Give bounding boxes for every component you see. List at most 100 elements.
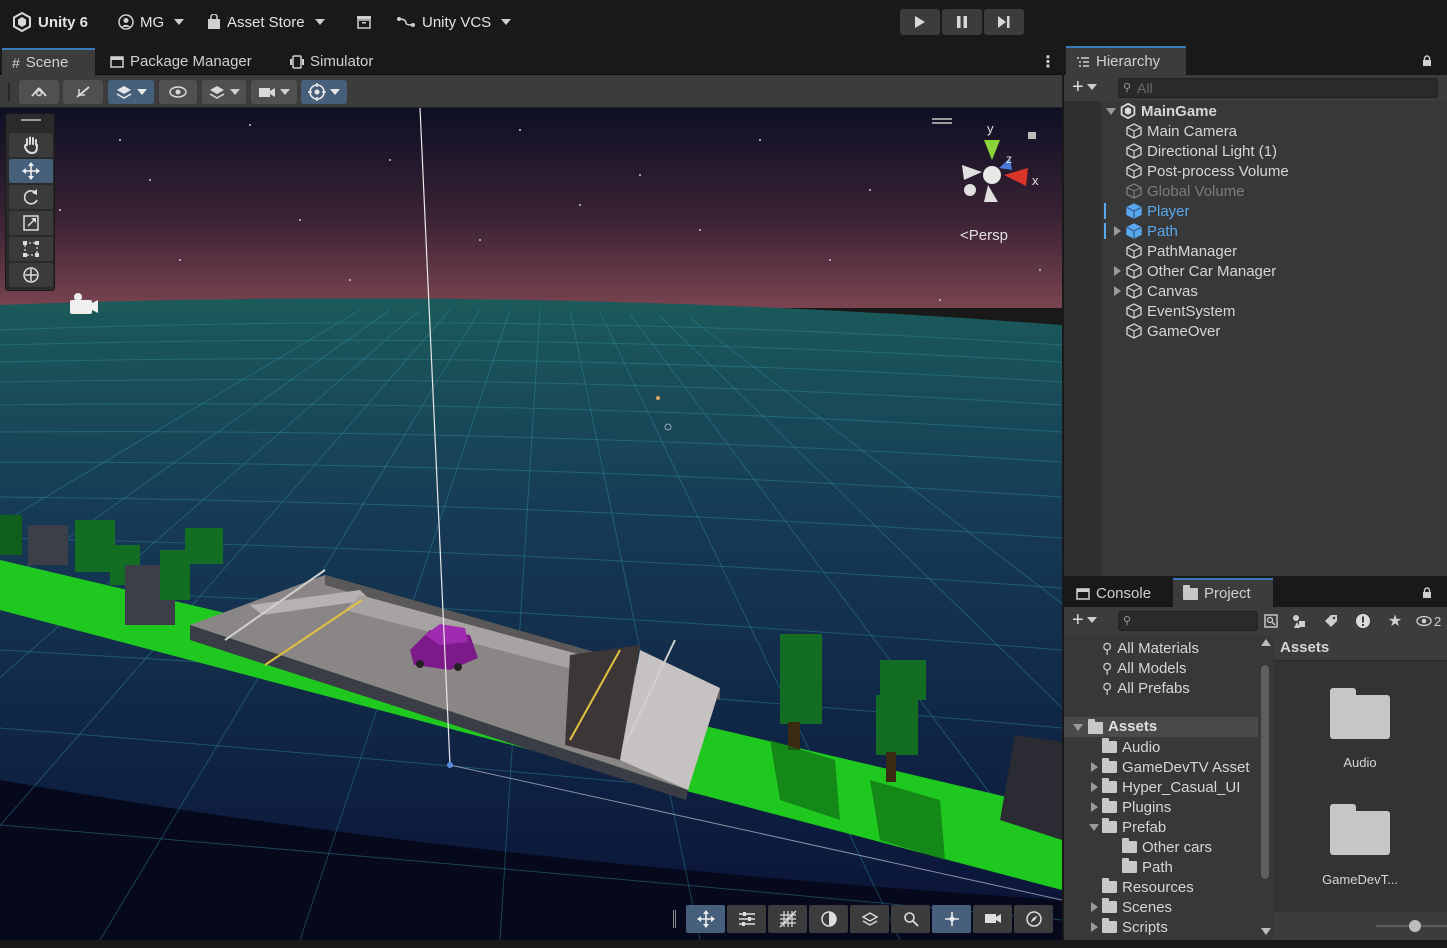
archive-button[interactable] — [356, 10, 372, 34]
pause-button[interactable] — [942, 9, 982, 35]
scene-viewport[interactable]: y z x — [0, 108, 1062, 940]
move-tool[interactable] — [9, 159, 53, 183]
pivot-toggle[interactable] — [63, 80, 103, 104]
tab-simulator[interactable]: Simulator — [280, 48, 383, 75]
hierarchy-item[interactable]: Post-process Volume — [1126, 161, 1289, 181]
asset-folder-item[interactable]: GameDevT... — [1300, 803, 1420, 893]
tab-scene[interactable]: # Scene — [2, 48, 95, 75]
camera-preview-button[interactable] — [973, 905, 1012, 933]
asset-folder-row[interactable]: Hyper_Casual_UI — [1091, 777, 1240, 797]
play-button[interactable] — [900, 9, 940, 35]
search-scope-button[interactable] — [1261, 611, 1281, 631]
create-asset-button[interactable]: + — [1072, 610, 1097, 630]
overlay-grip[interactable] — [932, 118, 952, 120]
project-search-input[interactable]: ⚲ — [1118, 611, 1258, 631]
expand-arrow-icon[interactable] — [1091, 802, 1098, 812]
asset-folder-row[interactable]: Path — [1122, 857, 1173, 877]
tab-package-manager[interactable]: Package Manager — [100, 48, 262, 75]
favorite-item[interactable]: ⚲ All Models — [1102, 658, 1186, 678]
settings-sliders-button[interactable] — [727, 905, 766, 933]
lock-icon[interactable] — [1028, 132, 1036, 139]
assets-root-row[interactable]: Assets — [1064, 717, 1258, 737]
toolbar-grip[interactable] — [8, 83, 10, 101]
expand-arrow-icon[interactable] — [1114, 286, 1121, 296]
expand-arrow-icon[interactable] — [1089, 824, 1099, 831]
asset-folder-row[interactable]: Scripts — [1091, 917, 1168, 937]
asset-folder-row[interactable]: Audio — [1102, 737, 1160, 757]
unity-menu-button[interactable]: Unity 6 — [12, 10, 88, 34]
tab-project[interactable]: Project — [1173, 578, 1273, 607]
search-button[interactable] — [891, 905, 930, 933]
asset-folder-row[interactable]: Plugins — [1091, 797, 1171, 817]
transform-tool[interactable] — [9, 263, 53, 287]
scale-tool[interactable] — [9, 211, 53, 235]
tree-scrollbar[interactable] — [1260, 639, 1271, 935]
hierarchy-item[interactable]: GameOver — [1126, 321, 1220, 341]
shading-button[interactable] — [809, 905, 848, 933]
version-control-button[interactable]: Unity VCS — [396, 10, 512, 34]
expand-arrow-icon[interactable] — [1114, 266, 1121, 276]
rotate-tool[interactable] — [9, 185, 53, 209]
more-options-icon[interactable]: ⋮ — [1441, 583, 1447, 601]
expand-arrow-icon[interactable] — [1114, 226, 1121, 236]
lock-icon[interactable] — [1421, 54, 1433, 66]
more-options-icon[interactable]: ⋮ — [1441, 51, 1447, 69]
move-tool-button[interactable] — [686, 905, 725, 933]
expand-arrow-icon[interactable] — [1091, 922, 1098, 932]
tab-hierarchy[interactable]: Hierarchy — [1066, 46, 1186, 75]
filter-log-button[interactable] — [1352, 611, 1374, 631]
create-button[interactable]: + — [1072, 77, 1097, 97]
zoom-slider-handle[interactable] — [1409, 920, 1421, 932]
grid-snapping-dropdown[interactable] — [108, 80, 154, 104]
hierarchy-item[interactable]: Path — [1104, 221, 1178, 241]
account-button[interactable]: MG — [118, 10, 185, 34]
favorite-item[interactable]: ⚲ All Materials — [1102, 638, 1199, 658]
hierarchy-search-input[interactable]: ⚲ All — [1118, 78, 1438, 98]
expand-arrow-icon[interactable] — [1091, 902, 1098, 912]
hierarchy-item[interactable]: Player — [1104, 201, 1190, 221]
project-folder-tree[interactable]: ⚲ All Materials ⚲ All Models ⚲ All Prefa… — [1064, 635, 1274, 940]
asset-folder-row[interactable]: Prefab — [1089, 817, 1166, 837]
grid-button[interactable] — [768, 905, 807, 933]
asset-folder-row[interactable]: GameDevTV Asset — [1091, 757, 1250, 777]
hierarchy-item[interactable]: Main Camera — [1126, 121, 1237, 141]
project-content-area[interactable]: Assets Audio GameDevT... — [1274, 635, 1447, 940]
favorite-star-icon[interactable]: ★ — [1384, 611, 1406, 631]
scene-visibility-toggle[interactable] — [159, 80, 197, 104]
hierarchy-item[interactable]: Directional Light (1) — [1126, 141, 1277, 161]
expand-arrow-icon[interactable] — [1091, 782, 1098, 792]
navigation-button[interactable] — [1014, 905, 1053, 933]
filter-type-button[interactable] — [1288, 611, 1310, 631]
asset-folder-row[interactable]: Other cars — [1122, 837, 1212, 857]
overlay-grip[interactable] — [673, 910, 676, 928]
expand-arrow-icon[interactable] — [1091, 762, 1098, 772]
hand-tool[interactable] — [9, 133, 53, 157]
tab-console[interactable]: Console — [1066, 580, 1161, 607]
gizmos-dropdown[interactable] — [301, 80, 347, 104]
asset-folder-row[interactable]: Resources — [1102, 877, 1194, 897]
scene-render[interactable]: y z x — [0, 108, 1062, 940]
pivot-snap-button[interactable] — [932, 905, 971, 933]
asset-folder-row[interactable]: Scenes — [1091, 897, 1172, 917]
step-button[interactable] — [984, 9, 1024, 35]
hierarchy-tree[interactable]: MainGame Main Camera Directional Light (1… — [1064, 101, 1447, 576]
asset-folder-item[interactable]: Audio — [1300, 687, 1420, 777]
layers-button[interactable] — [850, 905, 889, 933]
lock-icon[interactable] — [1421, 586, 1433, 598]
hierarchy-item[interactable]: PathManager — [1126, 241, 1237, 261]
scene-root-row[interactable]: MainGame — [1106, 101, 1217, 121]
camera-settings-dropdown[interactable] — [251, 80, 297, 104]
light-gizmo[interactable] — [656, 396, 660, 400]
hierarchy-item[interactable]: EventSystem — [1126, 301, 1235, 321]
draw-mode-dropdown[interactable] — [202, 80, 246, 104]
overlay-grip[interactable] — [21, 119, 41, 121]
hidden-packages-toggle[interactable]: 2 — [1416, 611, 1441, 631]
asset-store-button[interactable]: Asset Store — [207, 10, 325, 34]
projection-toggle[interactable]: <Persp — [960, 227, 1008, 244]
filter-label-button[interactable] — [1320, 611, 1342, 631]
hierarchy-item[interactable]: Canvas — [1114, 281, 1198, 301]
hierarchy-item[interactable]: Other Car Manager — [1114, 261, 1276, 281]
hierarchy-item[interactable]: Global Volume — [1126, 181, 1245, 201]
rect-tool[interactable] — [9, 237, 53, 261]
global-handle-toggle[interactable] — [19, 80, 59, 104]
